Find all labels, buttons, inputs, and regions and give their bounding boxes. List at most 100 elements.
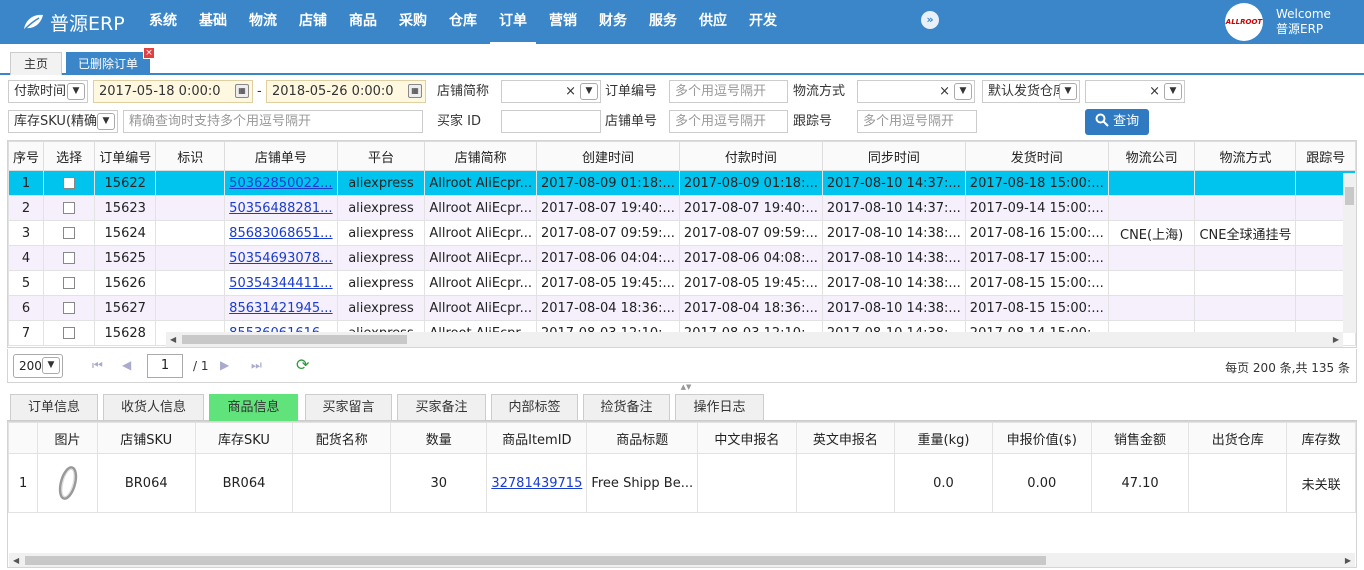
menu-item-10[interactable]: 服务: [640, 0, 686, 44]
date-from-field[interactable]: 2017-05-18 0:00:0 ▦: [93, 80, 253, 103]
row-checkbox[interactable]: [63, 177, 76, 189]
chevron-down-icon[interactable]: ▼: [580, 83, 598, 100]
column-header[interactable]: 跟踪号: [1295, 141, 1356, 171]
column-header[interactable]: 同步时间: [821, 141, 966, 171]
clear-icon[interactable]: ×: [565, 81, 576, 102]
last-page-icon[interactable]: ⏭: [251, 358, 262, 373]
table-row[interactable]: 6 15627 85631421945... aliexpress Allroot Al…: [8, 295, 1356, 321]
table-row[interactable]: 3 15624 85683068651... aliexpress Allroot Al…: [8, 220, 1356, 246]
column-header[interactable]: 商品ItemID: [486, 422, 588, 454]
row-checkbox[interactable]: [63, 227, 76, 239]
column-header[interactable]: 创建时间: [535, 141, 680, 171]
detail-tab-4[interactable]: 买家备注: [397, 394, 486, 421]
column-header[interactable]: 出货仓库: [1188, 422, 1288, 454]
detail-tab-7[interactable]: 操作日志: [675, 394, 764, 421]
clear-icon[interactable]: ×: [939, 81, 950, 102]
detail-tab-1[interactable]: 收货人信息: [103, 394, 204, 421]
table-row[interactable]: 5 15626 50354344411... aliexpress Allroot Al…: [8, 270, 1356, 296]
detail-tab-2[interactable]: 商品信息: [209, 394, 298, 421]
store-order-link[interactable]: 50354693078...: [229, 251, 332, 266]
bracelet-image[interactable]: [46, 461, 90, 505]
calendar-icon[interactable]: ▦: [408, 84, 422, 98]
menu-item-7[interactable]: 订单: [490, 0, 536, 44]
tracking-input[interactable]: 多个用逗号隔开: [857, 110, 977, 133]
store-order-link[interactable]: 50362850022...: [229, 176, 332, 191]
vertical-scrollbar[interactable]: [1343, 173, 1356, 333]
avatar[interactable]: ALLROOT: [1225, 3, 1263, 41]
scroll-right-icon[interactable]: ▶: [1333, 335, 1339, 344]
column-header[interactable]: 中文申报名: [697, 422, 797, 454]
detail-tab-5[interactable]: 内部标签: [491, 394, 578, 421]
menu-item-5[interactable]: 采购: [390, 0, 436, 44]
store-order-link[interactable]: 85631421945...: [229, 301, 332, 316]
row-checkbox[interactable]: [63, 277, 76, 289]
chevron-down-icon[interactable]: ▼: [954, 83, 972, 100]
column-header[interactable]: 英文申报名: [795, 422, 896, 454]
sku-input[interactable]: 精确查询时支持多个用逗号隔开: [123, 110, 423, 133]
column-header[interactable]: 发货时间: [964, 141, 1109, 171]
time-type-select[interactable]: 付款时间 ▼: [8, 80, 88, 103]
sku-type-select[interactable]: 库存SKU(精确 ▼: [8, 110, 118, 133]
detail-tab-0[interactable]: 订单信息: [10, 394, 98, 421]
next-page-icon[interactable]: ▶: [220, 358, 229, 372]
warehouse-select[interactable]: 默认发货仓库 ▼: [982, 80, 1080, 103]
tab-deleted-orders[interactable]: 已删除订单 ×: [66, 47, 155, 75]
prev-page-icon[interactable]: ◀: [122, 358, 131, 372]
column-header[interactable]: 标识: [155, 141, 226, 171]
column-header[interactable]: 物流公司: [1107, 141, 1196, 171]
column-header[interactable]: 店铺SKU: [96, 422, 196, 454]
column-header[interactable]: 配货名称: [292, 422, 392, 454]
scroll-left-icon[interactable]: ◀: [13, 556, 19, 565]
user-info[interactable]: Welcome 普源ERP: [1276, 7, 1331, 37]
column-header[interactable]: 店铺简称: [424, 141, 537, 171]
order-no-input[interactable]: 多个用逗号隔开: [669, 80, 788, 103]
menu-item-6[interactable]: 仓库: [440, 0, 486, 44]
store-order-input[interactable]: 多个用逗号隔开: [669, 110, 788, 133]
query-button[interactable]: 查询: [1085, 109, 1149, 135]
row-checkbox[interactable]: [63, 327, 76, 339]
scroll-left-icon[interactable]: ◀: [170, 335, 176, 344]
item-id-link[interactable]: 32781439715: [491, 476, 582, 491]
store-order-link[interactable]: 85683068651...: [229, 226, 332, 241]
column-header[interactable]: 重量(kg): [894, 422, 993, 454]
chevron-down-icon[interactable]: ▼: [1164, 83, 1182, 100]
column-header[interactable]: 序号: [8, 141, 45, 171]
row-checkbox[interactable]: [63, 252, 76, 264]
chevron-down-icon[interactable]: ▼: [97, 113, 115, 130]
column-header[interactable]: 库存SKU: [194, 422, 294, 454]
buyer-id-input[interactable]: [501, 110, 601, 133]
column-header[interactable]: 选择: [43, 141, 96, 171]
menu-item-8[interactable]: 营销: [540, 0, 586, 44]
column-header[interactable]: [8, 422, 39, 454]
menu-item-4[interactable]: 商品: [340, 0, 386, 44]
column-header[interactable]: 库存数: [1286, 422, 1356, 454]
column-header[interactable]: 商品标题: [586, 422, 699, 454]
first-page-icon[interactable]: ⏮: [92, 358, 103, 373]
menu-item-12[interactable]: 开发: [740, 0, 786, 44]
table-row[interactable]: 1 BR064 BR064 30 32781439715 Free Shipp Be...…: [8, 453, 1356, 513]
horizontal-scrollbar[interactable]: ◀ ▶: [166, 332, 1343, 347]
store-short-select[interactable]: × ▼: [501, 80, 601, 103]
scroll-thumb[interactable]: [182, 335, 407, 344]
chevron-down-icon[interactable]: ▼: [42, 357, 60, 374]
chevron-down-icon[interactable]: ▼: [1059, 83, 1077, 100]
extra-select[interactable]: × ▼: [1085, 80, 1185, 103]
table-row[interactable]: 2 15623 50356488281... aliexpress Allroot Al…: [8, 195, 1356, 221]
store-order-link[interactable]: 50356488281...: [229, 201, 332, 216]
panel-splitter-handle[interactable]: ▲▼: [672, 384, 700, 391]
column-header[interactable]: 申报价值($): [991, 422, 1092, 454]
store-order-link[interactable]: 50354344411...: [229, 276, 332, 291]
scroll-thumb[interactable]: [25, 556, 1046, 565]
menu-item-1[interactable]: 基础: [190, 0, 236, 44]
column-header[interactable]: 付款时间: [678, 141, 823, 171]
menu-item-0[interactable]: 系统: [140, 0, 186, 44]
collapse-menu-icon[interactable]: »: [921, 11, 939, 29]
menu-item-2[interactable]: 物流: [240, 0, 286, 44]
close-tab-icon[interactable]: ×: [143, 47, 155, 59]
menu-item-9[interactable]: 财务: [590, 0, 636, 44]
row-checkbox[interactable]: [63, 202, 76, 214]
column-header[interactable]: 店铺单号: [224, 141, 338, 171]
menu-item-11[interactable]: 供应: [690, 0, 736, 44]
chevron-down-icon[interactable]: ▼: [67, 83, 85, 100]
scroll-right-icon[interactable]: ▶: [1345, 556, 1351, 565]
